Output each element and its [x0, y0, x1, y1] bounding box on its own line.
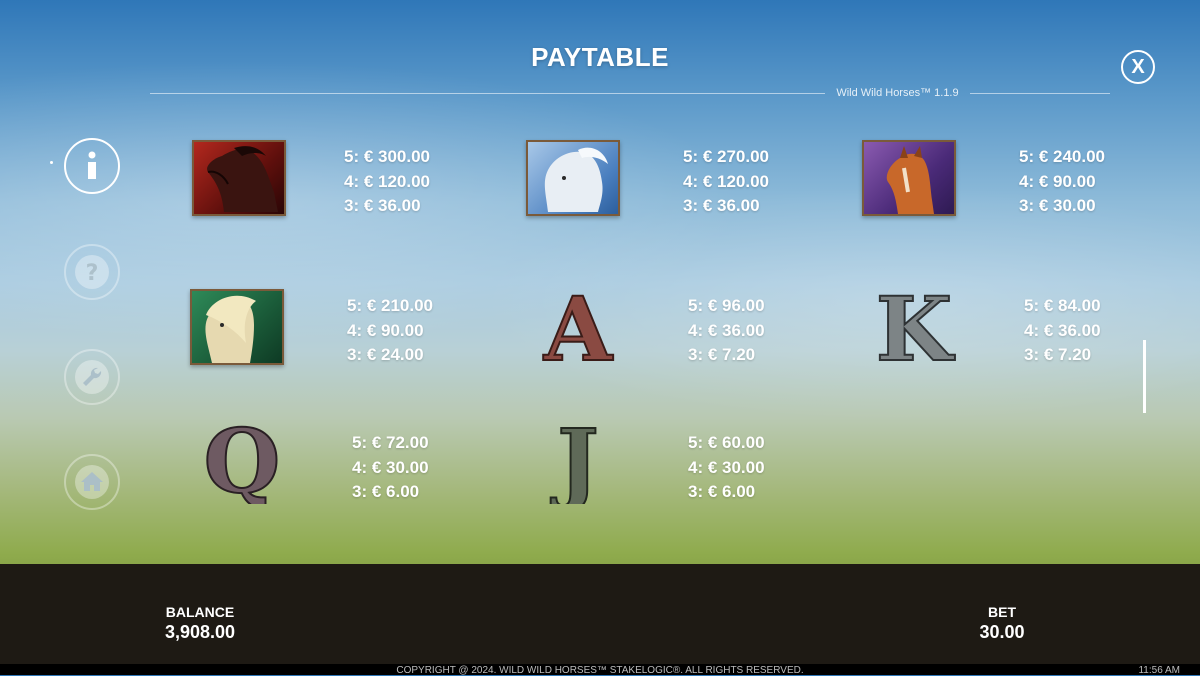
letter-k-icon: K [875, 276, 957, 382]
letter-j-icon: J [549, 408, 600, 514]
letter-q-payouts: 5: € 72.00 4: € 30.00 3: € 6.00 [352, 431, 429, 505]
pay-3: 3: € 36.00 [344, 196, 421, 215]
svg-text:J: J [550, 420, 599, 504]
chestnut-horse-symbol [862, 140, 956, 216]
letter-j-symbol: J [530, 408, 626, 514]
help-button[interactable]: ? [64, 244, 120, 300]
red-horse-icon [207, 146, 278, 212]
svg-text:Q: Q [204, 420, 281, 504]
info-icon [88, 151, 96, 179]
pay-4: 4: € 120.00 [344, 171, 431, 191]
letter-q-symbol: Q [194, 408, 290, 514]
wrench-icon [75, 360, 109, 394]
pay-3: 3: € 30.00 [1019, 196, 1096, 215]
clock: 11:56 AM [1138, 665, 1180, 676]
letter-k-symbol: K [866, 276, 962, 382]
palomino-horse-icon [205, 295, 256, 363]
pay-4: 4: € 36.00 [1024, 320, 1101, 340]
copyright-text: COPYRIGHT @ 2024. WILD WILD HORSES™ STAK… [396, 665, 804, 676]
svg-text:K: K [876, 286, 956, 366]
active-indicator [50, 161, 53, 164]
pay-4: 4: € 120.00 [683, 171, 770, 191]
balance-value: 3,908.00 [164, 622, 236, 642]
white-horse-icon [544, 147, 608, 212]
palomino-horse-symbol [190, 289, 284, 365]
bet-value: 30.00 [979, 622, 1025, 642]
title-divider-right [970, 93, 1110, 94]
pay-5: 5: € 270.00 [683, 147, 770, 166]
question-icon: ? [75, 255, 109, 289]
red-horse-payouts: 5: € 300.00 4: € 120.00 3: € 36.00 [344, 145, 430, 219]
svg-text:A: A [543, 286, 614, 366]
close-icon: X [1131, 55, 1145, 78]
bet-label: BET [988, 604, 1016, 620]
settings-button[interactable] [64, 349, 120, 405]
chestnut-horse-payouts: 5: € 240.00 4: € 90.00 3: € 30.00 [1019, 145, 1105, 219]
pay-4: 4: € 30.00 [688, 457, 765, 477]
pay-5: 5: € 72.00 [352, 433, 429, 452]
letter-q-icon: Q [203, 408, 282, 514]
pay-3: 3: € 7.20 [1024, 345, 1092, 364]
pay-5: 5: € 210.00 [347, 296, 434, 315]
scrollbar[interactable] [1143, 340, 1146, 413]
pay-5: 5: € 96.00 [688, 296, 765, 315]
pay-5: 5: € 240.00 [1019, 147, 1106, 166]
pay-3: 3: € 6.00 [688, 482, 756, 501]
version-label: Wild Wild Horses™ 1.1.9 [836, 87, 959, 99]
pay-3: 3: € 24.00 [347, 345, 424, 364]
pay-4: 4: € 90.00 [347, 320, 424, 340]
svg-text:?: ? [86, 261, 99, 286]
pay-3: 3: € 7.20 [688, 345, 756, 364]
home-button[interactable] [64, 454, 120, 510]
pay-5: 5: € 60.00 [688, 433, 765, 452]
pay-4: 4: € 30.00 [352, 457, 429, 477]
white-horse-symbol [526, 140, 620, 216]
balance-label: BALANCE [165, 604, 235, 620]
pay-3: 3: € 36.00 [683, 196, 760, 215]
page-title: PAYTABLE [531, 42, 669, 72]
letter-j-payouts: 5: € 60.00 4: € 30.00 3: € 6.00 [688, 431, 765, 505]
close-button[interactable]: X [1121, 50, 1155, 84]
red-horse-symbol [192, 140, 286, 216]
white-horse-payouts: 5: € 270.00 4: € 120.00 3: € 36.00 [683, 145, 769, 219]
pay-5: 5: € 300.00 [344, 147, 431, 166]
letter-k-payouts: 5: € 84.00 4: € 36.00 3: € 7.20 [1024, 294, 1101, 368]
letter-a-icon: A [542, 276, 615, 382]
letter-a-symbol: A [530, 276, 626, 382]
palomino-horse-payouts: 5: € 210.00 4: € 90.00 3: € 24.00 [347, 294, 433, 368]
title-divider-left [150, 93, 825, 94]
letter-a-payouts: 5: € 96.00 4: € 36.00 3: € 7.20 [688, 294, 765, 368]
chestnut-horse-icon [886, 146, 934, 214]
home-icon [75, 465, 109, 499]
pay-4: 4: € 36.00 [688, 320, 765, 340]
info-button[interactable] [64, 138, 120, 194]
pay-3: 3: € 6.00 [352, 482, 420, 501]
pay-4: 4: € 90.00 [1019, 171, 1096, 191]
pay-5: 5: € 84.00 [1024, 296, 1101, 315]
